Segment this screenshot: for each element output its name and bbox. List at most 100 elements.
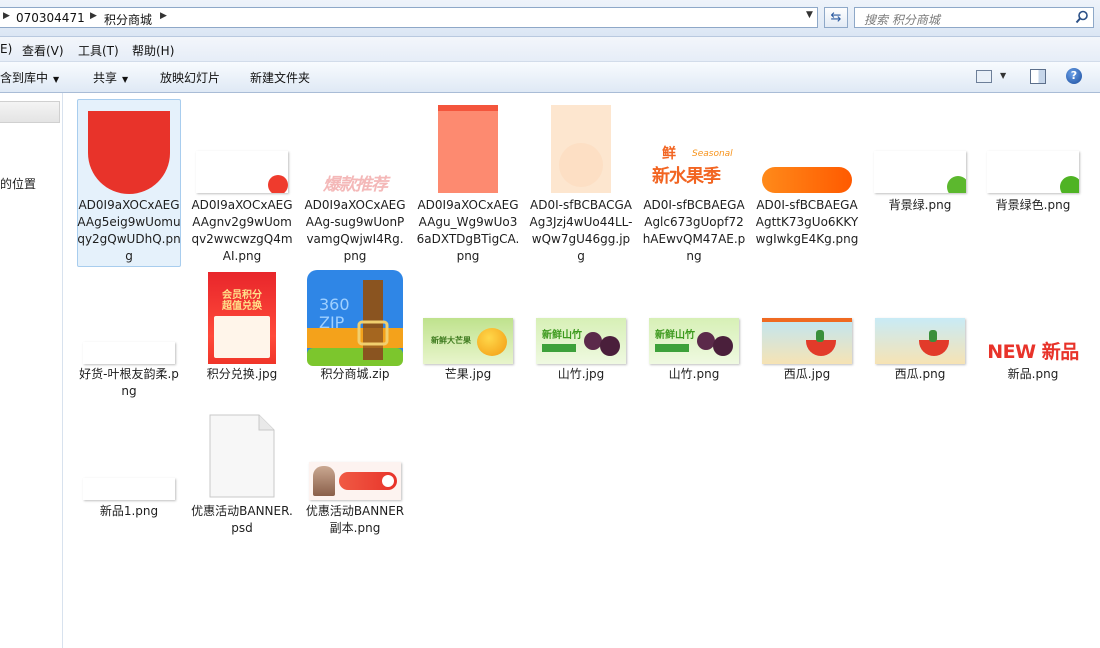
breadcrumb[interactable]: ▶ 070304471 ▶ 积分商城 ▶ xyxy=(0,7,818,28)
share-button[interactable]: 共享 ▼ xyxy=(93,69,128,86)
file-item[interactable]: 新品1.png xyxy=(77,410,181,540)
image-thumbnail: 新鲜大芒果 xyxy=(423,318,513,364)
file-name: AD0I9aXOCxAEGAAgu_Wg9wUo36aDXTDgBTigCA.p… xyxy=(416,198,520,263)
breadcrumb-item[interactable]: 070304471 xyxy=(16,11,85,25)
file-name: AD0I9aXOCxAEGAAgnv2g9wUomqv2wwcwzgQ4mAI.… xyxy=(191,198,293,263)
file-name: 积分兑换.jpg xyxy=(206,367,278,381)
views-icon[interactable] xyxy=(976,70,992,83)
chevron-right-icon[interactable]: ▶ xyxy=(90,11,97,21)
chevron-right-icon[interactable]: ▶ xyxy=(3,11,10,21)
include-in-library-label: 含到库中 xyxy=(0,71,49,85)
file-name: 新品.png xyxy=(1007,367,1059,381)
zip-icon: 360 ZIP xyxy=(307,270,403,366)
image-thumbnail xyxy=(309,462,401,500)
image-thumbnail xyxy=(762,167,852,193)
include-in-library-button[interactable]: 含到库中 ▼ xyxy=(0,69,59,86)
address-bar: ▶ 070304471 ▶ 积分商城 ▶ ▼ ⇆ 搜索 积分商城 xyxy=(0,0,1100,37)
chevron-down-icon: ▼ xyxy=(122,75,129,84)
share-label: 共享 xyxy=(93,71,118,85)
image-thumbnail xyxy=(762,318,852,364)
file-item[interactable]: 西瓜.png xyxy=(868,270,972,406)
file-item[interactable]: AD0I-sfBCBACGAAg3Jzj4wUo44LL-wQw7gU46gg.… xyxy=(529,99,633,267)
file-item[interactable]: 360 ZIP 积分商城.zip xyxy=(303,270,407,406)
file-thumbnail: NEW 新品 xyxy=(981,338,1085,364)
thumbnail-text: 鲜 xyxy=(662,146,676,162)
file-item[interactable]: 爆款推荐 AD0I9aXOCxAEGAAg-sug9wUonPvamgQwjwI… xyxy=(303,99,407,267)
file-thumbnail xyxy=(416,103,520,193)
command-bar: 含到库中 ▼ 共享 ▼ 放映幻灯片 新建文件夹 ▼ ? xyxy=(0,62,1100,93)
search-icon[interactable] xyxy=(1075,10,1089,24)
file-item[interactable]: 鲜 Seasonal 新水果季 AD0I-sfBCBAEGAAglc673gUo… xyxy=(642,99,746,267)
file-item[interactable]: AD0I-sfBCBAEGAAgttK73gUo6KKYwgIwkgE4Kg.p… xyxy=(755,99,859,267)
chevron-down-icon[interactable]: ▼ xyxy=(1000,71,1006,80)
file-name: 山竹.jpg xyxy=(557,367,605,381)
menu-tools[interactable]: 工具(T) xyxy=(78,42,119,59)
file-name: AD0I-sfBCBAEGAAglc673gUopf72hAEwvQM47AE.… xyxy=(642,198,746,263)
file-item[interactable]: 会员积分 超值兑换 积分兑换.jpg xyxy=(190,270,294,406)
image-thumbnail xyxy=(438,105,498,193)
help-icon[interactable]: ? xyxy=(1066,68,1082,84)
file-item[interactable]: AD0I9aXOCxAEGAAg5eig9wUomuqy2gQwUDhQ.png xyxy=(77,99,181,267)
file-item[interactable]: AD0I9aXOCxAEGAAgu_Wg9wUo36aDXTDgBTigCA.p… xyxy=(416,99,520,267)
image-thumbnail: 会员积分 超值兑换 xyxy=(208,272,276,364)
thumbnail-text: Seasonal xyxy=(692,149,733,159)
file-name: 背景绿色.png xyxy=(995,198,1071,212)
file-item[interactable]: 背景绿.png xyxy=(868,99,972,267)
nav-item-location[interactable]: 的位置 xyxy=(0,175,36,192)
file-item[interactable]: 优惠活动BANNER.psd xyxy=(190,410,294,540)
file-name: AD0I9aXOCxAEGAAg-sug9wUonPvamgQwjwI4Rg.p… xyxy=(304,198,406,263)
file-item[interactable]: AD0I9aXOCxAEGAAgnv2g9wUomqv2wwcwzgQ4mAI.… xyxy=(190,99,294,267)
image-thumbnail xyxy=(83,342,175,364)
file-name: 西瓜.jpg xyxy=(783,367,831,381)
thumbnail-text: 超值兑换 xyxy=(222,301,262,312)
menu-bar: E) 查看(V) 工具(T) 帮助(H) xyxy=(0,37,1100,62)
file-name: 新品1.png xyxy=(99,504,159,518)
file-thumbnail: 新鲜山竹 xyxy=(642,316,746,364)
file-item[interactable]: NEW 新品 新品.png xyxy=(981,270,1085,406)
file-name: AD0I-sfBCBACGAAg3Jzj4wUo44LL-wQw7gU46gg.… xyxy=(529,198,633,263)
search-box[interactable]: 搜索 积分商城 xyxy=(854,7,1094,28)
file-name: 积分商城.zip xyxy=(320,367,390,381)
file-thumbnail: 新鲜山竹 xyxy=(529,316,633,364)
new-folder-button[interactable]: 新建文件夹 xyxy=(250,69,310,86)
file-thumbnail xyxy=(77,111,181,195)
breadcrumb-item[interactable]: 积分商城 xyxy=(104,11,152,28)
file-name: 芒果.jpg xyxy=(444,367,492,381)
chevron-down-icon: ▼ xyxy=(53,75,60,84)
preview-pane-icon[interactable] xyxy=(1030,69,1046,84)
refresh-button[interactable]: ⇆ xyxy=(824,7,848,28)
file-thumbnail xyxy=(303,460,407,500)
nav-item-selected[interactable] xyxy=(0,101,60,123)
file-thumbnail xyxy=(77,476,181,500)
file-item[interactable]: 新鲜大芒果 芒果.jpg xyxy=(416,270,520,406)
file-item[interactable]: 新鲜山竹 山竹.jpg xyxy=(529,270,633,406)
image-thumbnail xyxy=(196,151,288,193)
file-name: AD0I9aXOCxAEGAAg5eig9wUomuqy2gQwUDhQ.png xyxy=(77,198,181,263)
menu-help[interactable]: 帮助(H) xyxy=(132,42,174,59)
file-item[interactable]: 好货-叶根友韵柔.png xyxy=(77,270,181,406)
file-thumbnail xyxy=(529,103,633,193)
file-item[interactable]: 西瓜.jpg xyxy=(755,270,859,406)
slideshow-button[interactable]: 放映幻灯片 xyxy=(160,69,220,86)
refresh-icon: ⇆ xyxy=(830,10,842,25)
file-name: 优惠活动BANNER.psd xyxy=(191,504,293,535)
file-thumbnail xyxy=(190,149,294,193)
file-thumbnail: 新鲜大芒果 xyxy=(416,316,520,364)
file-item[interactable]: 优惠活动BANNER副本.png xyxy=(303,410,407,560)
file-thumbnail: 360 ZIP xyxy=(303,270,407,366)
menu-edit[interactable]: E) xyxy=(0,42,12,56)
file-item[interactable]: 背景绿色.png xyxy=(981,99,1085,267)
file-thumbnail xyxy=(755,316,859,364)
menu-view[interactable]: 查看(V) xyxy=(22,42,64,59)
file-thumbnail: 爆款推荐 xyxy=(303,165,407,195)
file-thumbnail xyxy=(981,149,1085,193)
chevron-right-icon[interactable]: ▶ xyxy=(160,11,167,21)
image-thumbnail: 爆款推荐 xyxy=(309,169,401,195)
image-thumbnail: 新鲜山竹 xyxy=(649,318,739,364)
search-input[interactable]: 搜索 积分商城 xyxy=(864,11,940,28)
thumbnail-text: 新鲜大芒果 xyxy=(431,336,471,345)
image-thumbnail xyxy=(88,111,170,194)
address-dropdown-icon[interactable]: ▼ xyxy=(806,10,813,20)
file-item[interactable]: 新鲜山竹 山竹.png xyxy=(642,270,746,406)
document-icon xyxy=(209,414,275,498)
